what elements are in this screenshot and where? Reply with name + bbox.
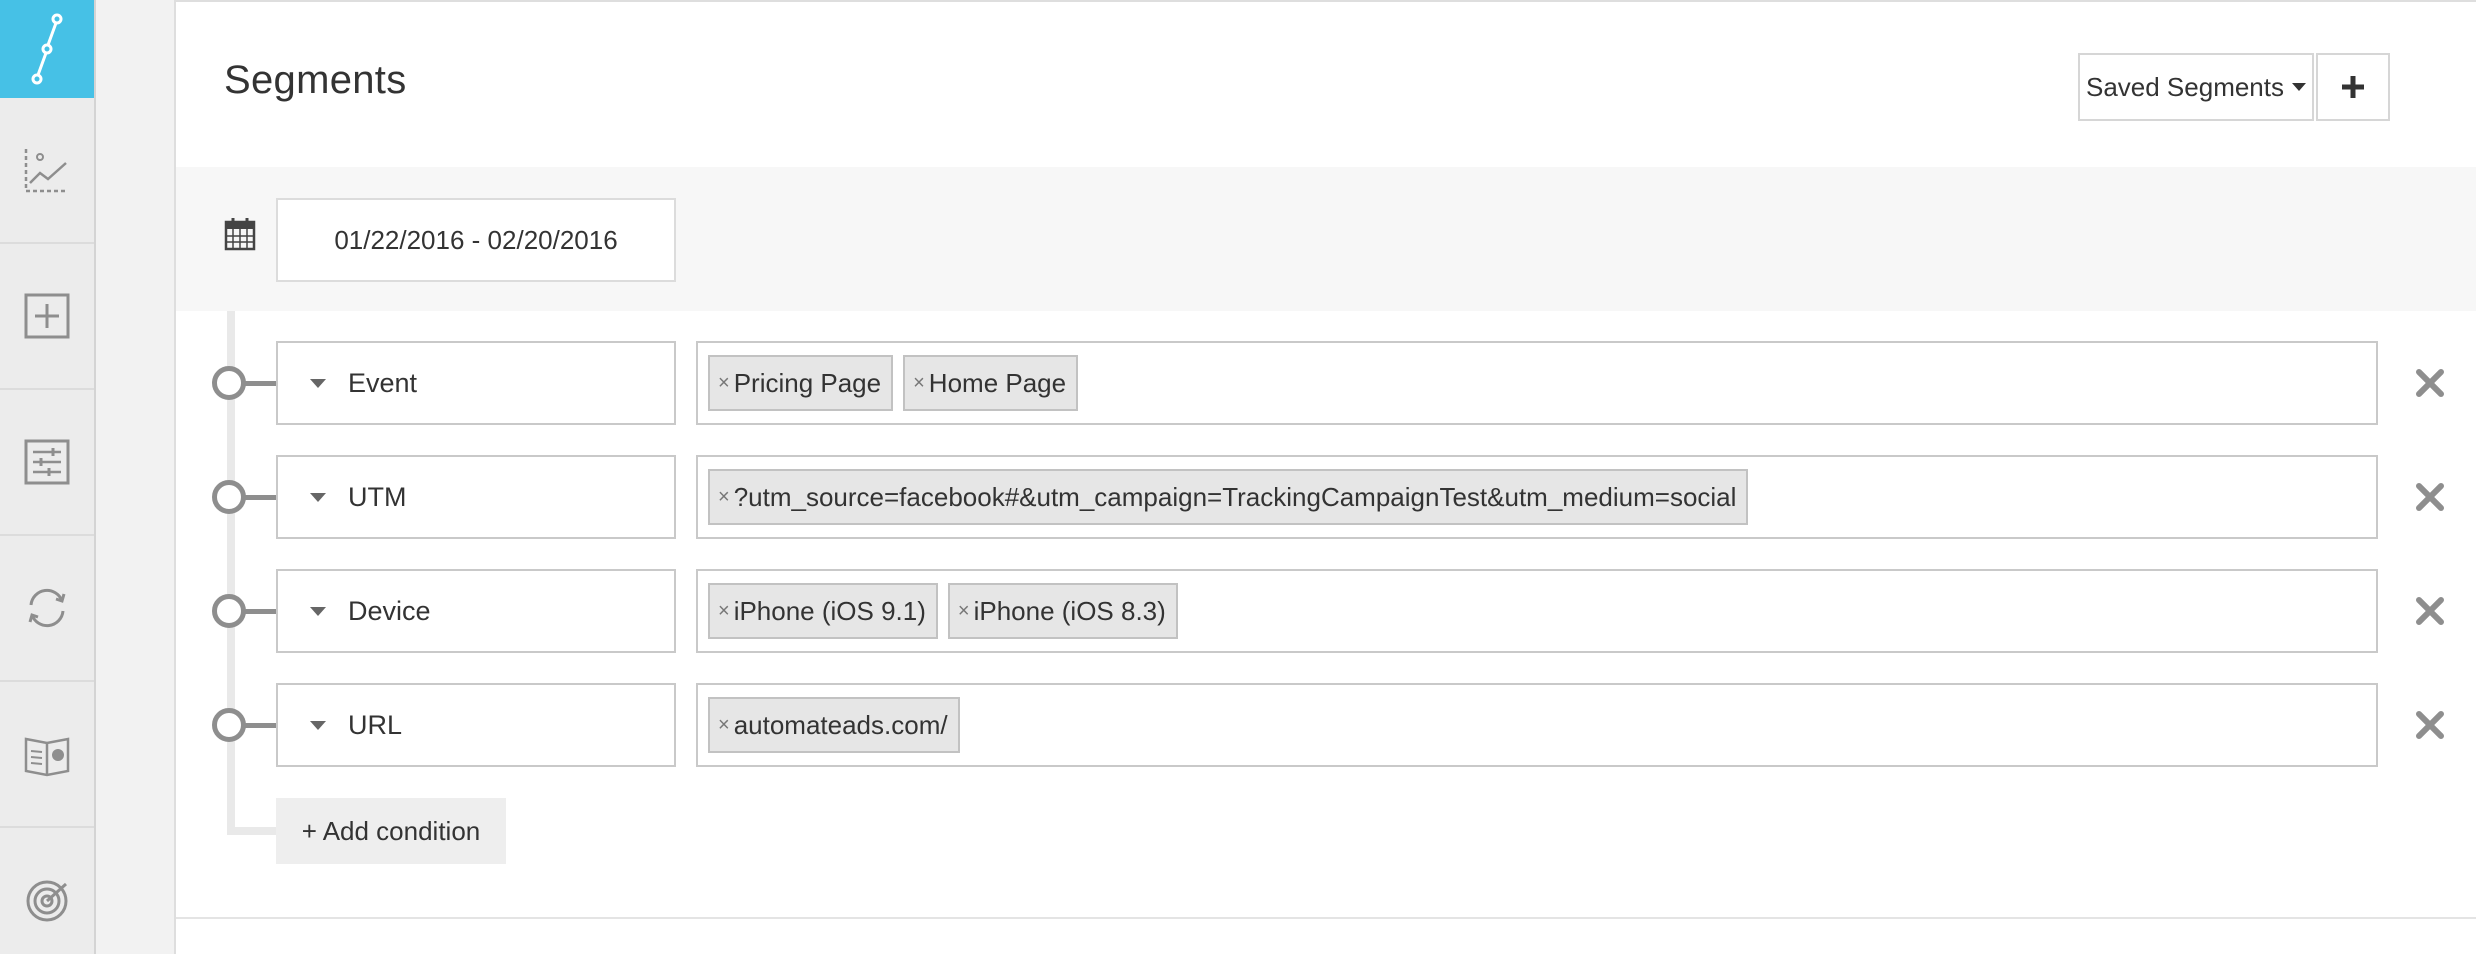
remove-tag-icon[interactable]: × [718, 600, 730, 623]
condition-type-select[interactable]: URL [276, 683, 676, 767]
sidebar-item-create[interactable] [0, 244, 94, 390]
value-tag-label: Pricing Page [733, 367, 882, 398]
timeline-node [212, 708, 246, 742]
report-book-icon [24, 737, 70, 777]
condition-type-label: Device [348, 595, 431, 626]
panel-divider [176, 917, 2476, 919]
sidebar-item-sync[interactable] [0, 536, 94, 682]
sidebar-item-funnels[interactable] [0, 0, 94, 98]
timeline-connector [244, 723, 278, 728]
sidebar-item-settings[interactable] [0, 390, 94, 536]
timeline-connector [244, 495, 278, 500]
caret-down-icon [2292, 83, 2306, 91]
value-tag: × iPhone (iOS 9.1) [708, 583, 938, 639]
condition-type-select[interactable]: UTM [276, 455, 676, 539]
condition-values-input[interactable]: × iPhone (iOS 9.1) × iPhone (iOS 8.3) [696, 569, 2378, 653]
saved-segments-dropdown[interactable]: Saved Segments [2078, 53, 2314, 121]
value-tag: × Pricing Page [708, 355, 894, 411]
condition-row: Event × Pricing Page × Home Page [176, 341, 2476, 427]
value-tag-label: iPhone (iOS 8.3) [973, 595, 1166, 626]
condition-values-input[interactable]: × Pricing Page × Home Page [696, 341, 2378, 425]
date-range-input[interactable]: 01/22/2016 - 02/20/2016 [276, 198, 676, 282]
remove-tag-icon[interactable]: × [913, 372, 925, 395]
condition-values-input[interactable]: × ?utm_source=facebook#&utm_campaign=Trac… [696, 455, 2378, 539]
calendar-icon[interactable] [224, 217, 256, 251]
value-tag-label: ?utm_source=facebook#&utm_campaign=Track… [733, 481, 1737, 512]
target-icon [26, 880, 68, 922]
caret-down-icon [310, 492, 326, 502]
add-square-icon [24, 293, 70, 339]
condition-type-select[interactable]: Event [276, 341, 676, 425]
close-icon [2416, 483, 2444, 511]
value-tag-label: iPhone (iOS 9.1) [733, 595, 926, 626]
caret-down-icon [310, 378, 326, 388]
close-icon [2416, 369, 2444, 397]
value-tag-label: Home Page [928, 367, 1067, 398]
value-tag-label: automateads.com/ [733, 709, 948, 740]
segments-panel: Segments Saved Segments 01/22/2016 - 02/… [174, 0, 2476, 954]
condition-row: UTM × ?utm_source=facebook#&utm_campaign=T… [176, 455, 2476, 541]
sync-icon [28, 588, 66, 628]
timeline-end [227, 827, 277, 835]
caret-down-icon [310, 606, 326, 616]
timeline-connector [244, 381, 278, 386]
funnel-path-icon [31, 13, 63, 85]
value-tag: × automateads.com/ [708, 697, 960, 753]
timeline-connector [244, 609, 278, 614]
value-tag: × Home Page [903, 355, 1079, 411]
value-tag: × iPhone (iOS 8.3) [947, 583, 1178, 639]
sidebar-item-analytics[interactable] [0, 98, 94, 244]
value-tag: × ?utm_source=facebook#&utm_campaign=Trac… [708, 469, 1749, 525]
close-icon [2416, 597, 2444, 625]
remove-tag-icon[interactable]: × [718, 714, 730, 737]
scatter-trend-icon [24, 149, 68, 193]
remove-tag-icon[interactable]: × [958, 600, 970, 623]
sidebar-item-reports[interactable] [0, 682, 94, 828]
condition-type-label: Event [348, 367, 418, 398]
sliders-icon [24, 439, 70, 485]
timeline-node [212, 480, 246, 514]
remove-condition-button[interactable] [2412, 365, 2448, 401]
add-condition-button[interactable]: + Add condition [276, 798, 506, 864]
saved-segments-label: Saved Segments [2085, 71, 2284, 102]
remove-condition-button[interactable] [2412, 707, 2448, 743]
remove-tag-icon[interactable]: × [718, 372, 730, 395]
sidebar-item-targeting[interactable] [0, 828, 94, 954]
add-segment-button[interactable] [2316, 53, 2390, 121]
plus-icon [2342, 76, 2364, 98]
condition-type-label: URL [348, 709, 403, 740]
condition-type-label: UTM [348, 481, 407, 512]
condition-row: URL × automateads.com/ [176, 683, 2476, 769]
condition-type-select[interactable]: Device [276, 569, 676, 653]
condition-values-input[interactable]: × automateads.com/ [696, 683, 2378, 767]
sidebar-nav [0, 0, 96, 954]
sidebar-gap [96, 0, 174, 954]
condition-row: Device × iPhone (iOS 9.1) × iPhone (iOS 8.3) [176, 569, 2476, 655]
timeline-node [212, 366, 246, 400]
timeline-node [212, 594, 246, 628]
remove-condition-button[interactable] [2412, 479, 2448, 515]
remove-tag-icon[interactable]: × [718, 486, 730, 509]
close-icon [2416, 711, 2444, 739]
caret-down-icon [310, 720, 326, 730]
page-title: Segments [224, 58, 407, 102]
date-range-bar: 01/22/2016 - 02/20/2016 [176, 167, 2476, 311]
remove-condition-button[interactable] [2412, 593, 2448, 629]
